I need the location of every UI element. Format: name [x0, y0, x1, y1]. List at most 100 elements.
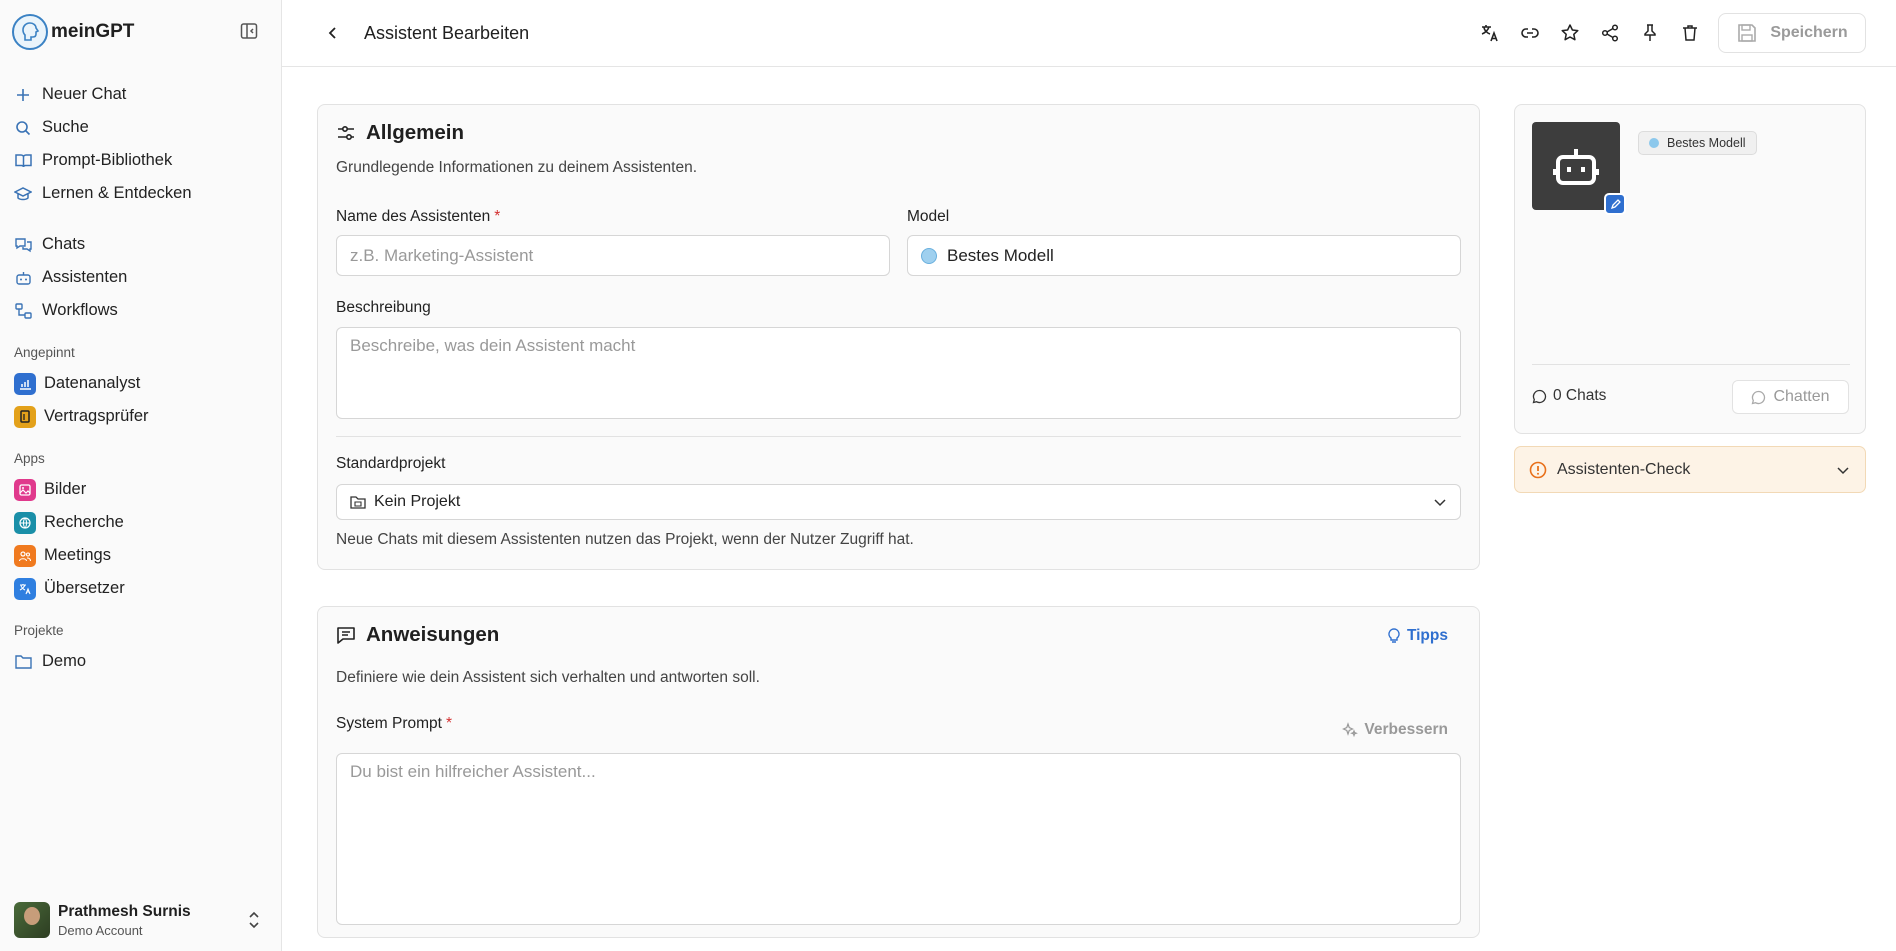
sidebar-item-vertragspruefer[interactable]: Vertragsprüfer: [8, 400, 273, 433]
chevron-down-icon: [1837, 467, 1849, 475]
save-button[interactable]: Speichern: [1718, 13, 1866, 53]
edit-avatar-button[interactable]: [1604, 193, 1626, 215]
bot-icon: [1553, 149, 1599, 185]
sidebar-item-search[interactable]: Suche: [8, 111, 273, 144]
pin-icon: [1644, 24, 1656, 41]
assistant-name-input[interactable]: z.B. Marketing-Assistent: [336, 235, 890, 276]
people-icon: [14, 544, 36, 567]
model-icon: [1649, 138, 1659, 148]
sidebar: meinGPT Neuer Chat Suche Prompt-Biblioth…: [0, 0, 282, 951]
sidebar-item-workflows[interactable]: Workflows: [8, 294, 273, 327]
pinned-section-label: Angepinnt: [14, 344, 75, 360]
star-icon: [1561, 24, 1579, 41]
project-label: Standardprojekt: [336, 455, 446, 472]
sidebar-item-assistants[interactable]: Assistenten: [8, 261, 273, 294]
chevrons-up-down-icon[interactable]: [247, 910, 263, 930]
alert-circle-icon: [1529, 461, 1547, 478]
translate-button[interactable]: [1470, 13, 1510, 53]
tips-button[interactable]: Tipps: [1387, 627, 1448, 645]
trash-icon: [1683, 25, 1697, 41]
general-card: Allgemein Grundlegende Informationen zu …: [317, 104, 1480, 570]
header: Assistent Bearbeiten Speichern: [282, 0, 1896, 67]
sliders-icon: [338, 125, 354, 141]
project-hint: Neue Chats mit diesem Assistenten nutzen…: [336, 531, 914, 548]
divider: [1532, 364, 1850, 365]
system-prompt-label: System Prompt *: [336, 715, 452, 732]
sidebar-item-chats[interactable]: Chats: [8, 228, 273, 261]
model-select[interactable]: Bestes Modell: [907, 235, 1461, 276]
graduation-cap-icon: [14, 185, 32, 203]
model-icon: [921, 247, 937, 264]
sidebar-item-label: Datenanalyst: [44, 374, 141, 392]
sidebar-item-prompt-library[interactable]: Prompt-Bibliothek: [8, 144, 273, 177]
project-select[interactable]: Kein Projekt: [336, 484, 1461, 520]
avatar: [14, 902, 50, 938]
general-subtitle: Grundlegende Informationen zu deinem Ass…: [336, 159, 698, 176]
sparkles-icon: [1342, 722, 1359, 738]
sidebar-item-demo[interactable]: Demo: [8, 645, 273, 678]
brand[interactable]: meinGPT: [0, 0, 281, 64]
brand-name: meinGPT: [51, 21, 135, 42]
model-value: Bestes Modell: [947, 245, 1054, 265]
document-icon: [14, 405, 36, 428]
general-title: Allgemein: [366, 121, 464, 144]
sidebar-item-label: Demo: [42, 652, 87, 670]
user-menu[interactable]: Prathmesh Surnis Demo Account: [0, 889, 281, 951]
translate-icon: [14, 577, 36, 600]
model-chip: Bestes Modell: [1638, 131, 1757, 155]
favorite-button[interactable]: [1550, 13, 1590, 53]
chats-count: 0 Chats: [1532, 387, 1606, 405]
lightbulb-icon: [1388, 628, 1400, 643]
book-icon: [14, 152, 32, 170]
search-icon: [14, 119, 32, 137]
tips-label: Tipps: [1406, 627, 1448, 644]
assistant-check-label: Assistenten-Check: [1557, 460, 1691, 478]
page-title: Assistent Bearbeiten: [364, 22, 530, 43]
save-button-label: Speichern: [1770, 24, 1848, 41]
share-button[interactable]: [1590, 13, 1630, 53]
chat-button-label: Chatten: [1773, 388, 1830, 405]
improve-button[interactable]: Verbessern: [1342, 721, 1448, 739]
collapse-sidebar-icon[interactable]: [240, 22, 260, 42]
message-circle-icon: [1532, 389, 1547, 403]
sidebar-item-recherche[interactable]: Recherche: [8, 506, 273, 539]
chats-count-label: 0 Chats: [1553, 387, 1607, 404]
copy-link-button[interactable]: [1510, 13, 1550, 53]
translate-icon: [1481, 25, 1498, 42]
model-label: Model: [907, 208, 950, 225]
description-label: Beschreibung: [336, 299, 431, 316]
model-chip-label: Bestes Modell: [1667, 136, 1746, 150]
improve-label: Verbessern: [1364, 721, 1448, 738]
back-button[interactable]: [322, 22, 344, 44]
message-circle-icon: [1752, 390, 1766, 404]
save-icon: [1738, 24, 1757, 42]
pin-button[interactable]: [1630, 13, 1670, 53]
brand-logo-icon: [12, 14, 48, 50]
sidebar-item-label: Chats: [42, 235, 86, 253]
sidebar-item-label: Neuer Chat: [42, 85, 127, 103]
user-account: Demo Account: [58, 922, 143, 938]
link-icon: [1521, 28, 1539, 38]
sidebar-item-bilder[interactable]: Bilder: [8, 473, 273, 506]
sidebar-item-label: Meetings: [44, 546, 111, 564]
sidebar-item-datenanalyst[interactable]: Datenanalyst: [8, 367, 273, 400]
plus-icon: [14, 86, 32, 104]
sidebar-item-label: Vertragsprüfer: [44, 407, 149, 425]
user-name: Prathmesh Surnis: [58, 902, 191, 920]
main-content: Assistent Bearbeiten Speichern Allgemein…: [282, 0, 1896, 951]
preview-card: Bestes Modell 0 Chats Chatten: [1514, 104, 1866, 434]
sidebar-item-learn[interactable]: Lernen & Entdecken: [8, 177, 273, 210]
instructions-subtitle: Definiere wie dein Assistent sich verhal…: [336, 669, 760, 686]
sidebar-item-meetings[interactable]: Meetings: [8, 539, 273, 572]
sidebar-item-uebersetzer[interactable]: Übersetzer: [8, 572, 273, 605]
chats-icon: [14, 236, 32, 254]
description-textarea[interactable]: Beschreibe, was dein Assistent macht: [336, 327, 1461, 419]
delete-button[interactable]: [1670, 13, 1710, 53]
folder-icon: [14, 653, 32, 671]
system-prompt-textarea[interactable]: Du bist ein hilfreicher Assistent...: [336, 753, 1461, 925]
name-label: Name des Assistenten *: [336, 208, 501, 225]
sidebar-item-label: Workflows: [42, 301, 118, 319]
assistant-check-panel[interactable]: Assistenten-Check: [1514, 446, 1866, 493]
sidebar-item-new-chat[interactable]: Neuer Chat: [8, 78, 273, 111]
chat-button[interactable]: Chatten: [1732, 380, 1849, 414]
